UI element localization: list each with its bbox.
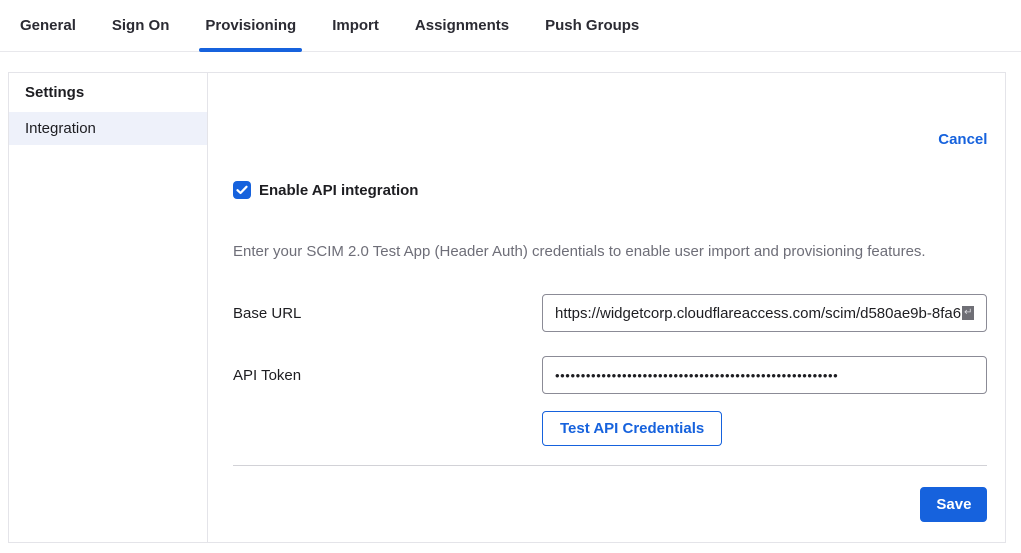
api-token-masked-value: ••••••••••••••••••••••••••••••••••••••••… bbox=[555, 368, 838, 383]
enable-api-integration-row: Enable API integration bbox=[233, 181, 987, 199]
app-tab-bar: General Sign On Provisioning Import Assi… bbox=[0, 0, 1021, 52]
credentials-description: Enter your SCIM 2.0 Test App (Header Aut… bbox=[233, 243, 987, 260]
base-url-value: https://widgetcorp.cloudflareaccess.com/… bbox=[555, 305, 961, 322]
provisioning-panel: Settings Integration Cancel Enable API i… bbox=[8, 72, 1006, 543]
test-api-credentials-button[interactable]: Test API Credentials bbox=[542, 411, 722, 446]
tab-general[interactable]: General bbox=[20, 0, 76, 51]
integration-form: Cancel Enable API integration Enter your… bbox=[208, 73, 1012, 542]
truncated-text-marker: ↵ bbox=[962, 306, 974, 320]
tab-provisioning[interactable]: Provisioning bbox=[205, 0, 296, 51]
save-button[interactable]: Save bbox=[920, 487, 987, 522]
checkmark-icon bbox=[236, 185, 248, 195]
base-url-label: Base URL bbox=[233, 305, 542, 322]
base-url-row: Base URL https://widgetcorp.cloudflareac… bbox=[233, 294, 987, 332]
api-token-input[interactable]: ••••••••••••••••••••••••••••••••••••••••… bbox=[542, 356, 987, 394]
sidebar-item-integration[interactable]: Integration bbox=[9, 112, 207, 145]
settings-sidebar: Settings Integration bbox=[9, 73, 208, 542]
tab-import[interactable]: Import bbox=[332, 0, 379, 51]
api-token-row: API Token ••••••••••••••••••••••••••••••… bbox=[233, 356, 987, 394]
tab-push-groups[interactable]: Push Groups bbox=[545, 0, 639, 51]
tab-assignments[interactable]: Assignments bbox=[415, 0, 509, 51]
footer-divider bbox=[233, 465, 987, 466]
api-token-label: API Token bbox=[233, 367, 542, 384]
tab-sign-on[interactable]: Sign On bbox=[112, 0, 170, 51]
enable-api-integration-checkbox[interactable] bbox=[233, 181, 251, 199]
cancel-link[interactable]: Cancel bbox=[938, 131, 987, 148]
sidebar-header-settings: Settings bbox=[9, 73, 207, 112]
enable-api-integration-label: Enable API integration bbox=[259, 182, 418, 199]
base-url-input[interactable]: https://widgetcorp.cloudflareaccess.com/… bbox=[542, 294, 987, 332]
